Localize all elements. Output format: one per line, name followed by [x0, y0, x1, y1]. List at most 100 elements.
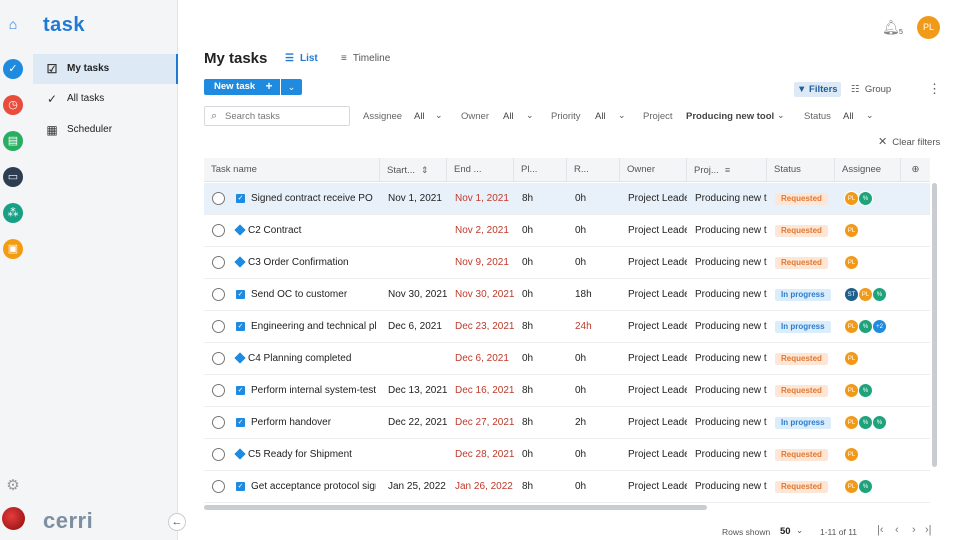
search-input[interactable] [225, 109, 345, 123]
timer-icon[interactable]: ◷ [3, 95, 23, 115]
complete-checkbox[interactable] [212, 416, 225, 429]
clear-filters-button[interactable]: ✕ Clear filters [878, 135, 940, 148]
avatar[interactable]: PL [844, 383, 859, 398]
task-name[interactable]: Send OC to customer [251, 279, 376, 310]
task-name[interactable]: C2 Contract [248, 215, 376, 246]
avatar[interactable]: ST [844, 287, 859, 302]
team-icon[interactable]: ⁂ [3, 203, 23, 223]
filters-button[interactable]: ▼ Filters [794, 82, 841, 97]
complete-checkbox[interactable] [212, 288, 225, 301]
complete-checkbox[interactable] [212, 192, 225, 205]
avatar[interactable]: PL [844, 319, 859, 334]
status-badge[interactable]: Requested [775, 449, 828, 461]
table-row[interactable]: ✓ Engineering and technical planning Dec 6… [204, 311, 930, 343]
chevron-down-icon[interactable]: ⌄ [526, 110, 534, 121]
chevron-down-icon[interactable]: ⌄ [777, 110, 785, 121]
status-filter-value[interactable]: All [843, 111, 854, 122]
avatar[interactable]: % [858, 319, 873, 334]
complete-checkbox[interactable] [212, 480, 225, 493]
status-badge[interactable]: Requested [775, 385, 828, 397]
table-row[interactable]: ✓ Perform internal system-test Dec 13, 202… [204, 375, 930, 407]
status-badge[interactable]: In progress [775, 321, 831, 333]
avatar[interactable]: PL [844, 479, 859, 494]
avatar[interactable]: PL [844, 255, 859, 270]
task-name[interactable]: Perform internal system-test [251, 375, 376, 406]
collapse-sidebar-button[interactable]: ← [168, 513, 186, 531]
column-remaining[interactable]: R... [567, 158, 620, 182]
more-options-icon[interactable]: ⋮ [928, 81, 941, 96]
sidebar-item-all-tasks[interactable]: ✓ All tasks [33, 84, 178, 114]
chevron-down-icon[interactable]: ⌄ [618, 110, 626, 121]
column-status[interactable]: Status [767, 158, 835, 182]
rows-shown-select[interactable]: 50 [780, 526, 791, 537]
task-name[interactable]: Get acceptance protocol signed [251, 471, 376, 502]
table-row[interactable]: C2 Contract Nov 2, 2021 0h 0h Project Leader… [204, 215, 930, 247]
avatar[interactable]: PL [844, 223, 859, 238]
avatar[interactable]: +2 [872, 319, 887, 334]
avatar[interactable]: % [858, 415, 873, 430]
status-badge[interactable]: Requested [775, 193, 828, 205]
project-filter-value[interactable]: Producing new tool [686, 111, 774, 122]
status-badge[interactable]: In progress [775, 417, 831, 429]
status-badge[interactable]: Requested [775, 257, 828, 269]
column-owner[interactable]: Owner [620, 158, 687, 182]
folder-icon[interactable]: ▭ [3, 167, 23, 187]
column-assignee[interactable]: Assignee [835, 158, 901, 182]
sidebar-item-scheduler[interactable]: ▦ Scheduler [33, 115, 178, 145]
task-name[interactable]: Signed contract receive PO [251, 183, 376, 214]
status-badge[interactable]: In progress [775, 289, 831, 301]
sidebar-item-my-tasks[interactable]: ☑ My tasks [33, 54, 178, 84]
chevron-down-icon[interactable]: ⌄ [435, 110, 443, 121]
avatar[interactable]: % [858, 383, 873, 398]
complete-checkbox[interactable] [212, 224, 225, 237]
app-logo[interactable]: task [43, 14, 85, 37]
tab-timeline[interactable]: ≡ Timeline [341, 52, 390, 65]
table-row[interactable]: ✓ Send OC to customer Nov 30, 2021 Nov 30, … [204, 279, 930, 311]
column-end[interactable]: End ... [447, 158, 514, 182]
status-badge[interactable]: Requested [775, 353, 828, 365]
filter-lines-icon[interactable]: ≡ [725, 165, 730, 175]
complete-checkbox[interactable] [212, 448, 225, 461]
prev-page-icon[interactable]: ‹ [895, 524, 899, 536]
table-row[interactable]: ✓ Get acceptance protocol signed Jan 25, 2… [204, 471, 930, 503]
avatar[interactable]: % [872, 287, 887, 302]
avatar[interactable]: % [872, 415, 887, 430]
avatar[interactable] [2, 507, 25, 530]
bell-icon[interactable]: 🔔︎ [882, 19, 900, 36]
complete-checkbox[interactable] [212, 256, 225, 269]
task-name[interactable]: C3 Order Confirmation [248, 247, 376, 278]
avatar[interactable]: % [858, 191, 873, 206]
clipboard-icon[interactable]: ▤ [3, 131, 23, 151]
table-row[interactable]: ✓ Perform handover Dec 22, 2021 Dec 27, 202… [204, 407, 930, 439]
new-task-dropdown-button[interactable]: ⌄ [281, 79, 302, 95]
assignee-filter-value[interactable]: All [414, 111, 425, 122]
chevron-down-icon[interactable]: ⌄ [796, 525, 803, 536]
table-row[interactable]: ✓ Signed contract receive PO Nov 1, 2021 No… [204, 183, 930, 215]
status-badge[interactable]: Requested [775, 481, 828, 493]
vertical-scrollbar[interactable] [932, 183, 937, 467]
chevron-down-icon[interactable]: ⌄ [866, 110, 874, 121]
task-name[interactable]: C5 Ready for Shipment [248, 439, 376, 470]
user-avatar[interactable]: PL [917, 16, 940, 39]
table-row[interactable]: C4 Planning completed Dec 6, 2021 0h 0h Proj… [204, 343, 930, 375]
column-project[interactable]: Proj... ≡ [687, 158, 767, 182]
avatar[interactable]: PL [844, 447, 859, 462]
complete-checkbox[interactable] [212, 352, 225, 365]
first-page-icon[interactable]: |‹ [877, 524, 884, 536]
avatar[interactable]: PL [844, 415, 859, 430]
column-task-name[interactable]: Task name [204, 158, 380, 182]
complete-checkbox[interactable] [212, 384, 225, 397]
add-column-icon[interactable]: ⊕ [901, 158, 930, 182]
search-box[interactable]: ⌕ [204, 106, 350, 126]
home-icon[interactable]: ⌂ [6, 17, 20, 31]
column-planned[interactable]: Pl... [514, 158, 567, 182]
column-start[interactable]: Start... ⇕ [380, 158, 447, 182]
sort-icon[interactable]: ⇕ [421, 165, 429, 175]
status-badge[interactable]: Requested [775, 225, 828, 237]
group-button[interactable]: ☷ Group [851, 82, 891, 97]
avatar[interactable]: PL [844, 191, 859, 206]
avatar[interactable]: % [858, 479, 873, 494]
briefcase-icon[interactable]: ▣ [3, 239, 23, 259]
owner-filter-value[interactable]: All [503, 111, 514, 122]
last-page-icon[interactable]: ›| [925, 524, 932, 536]
